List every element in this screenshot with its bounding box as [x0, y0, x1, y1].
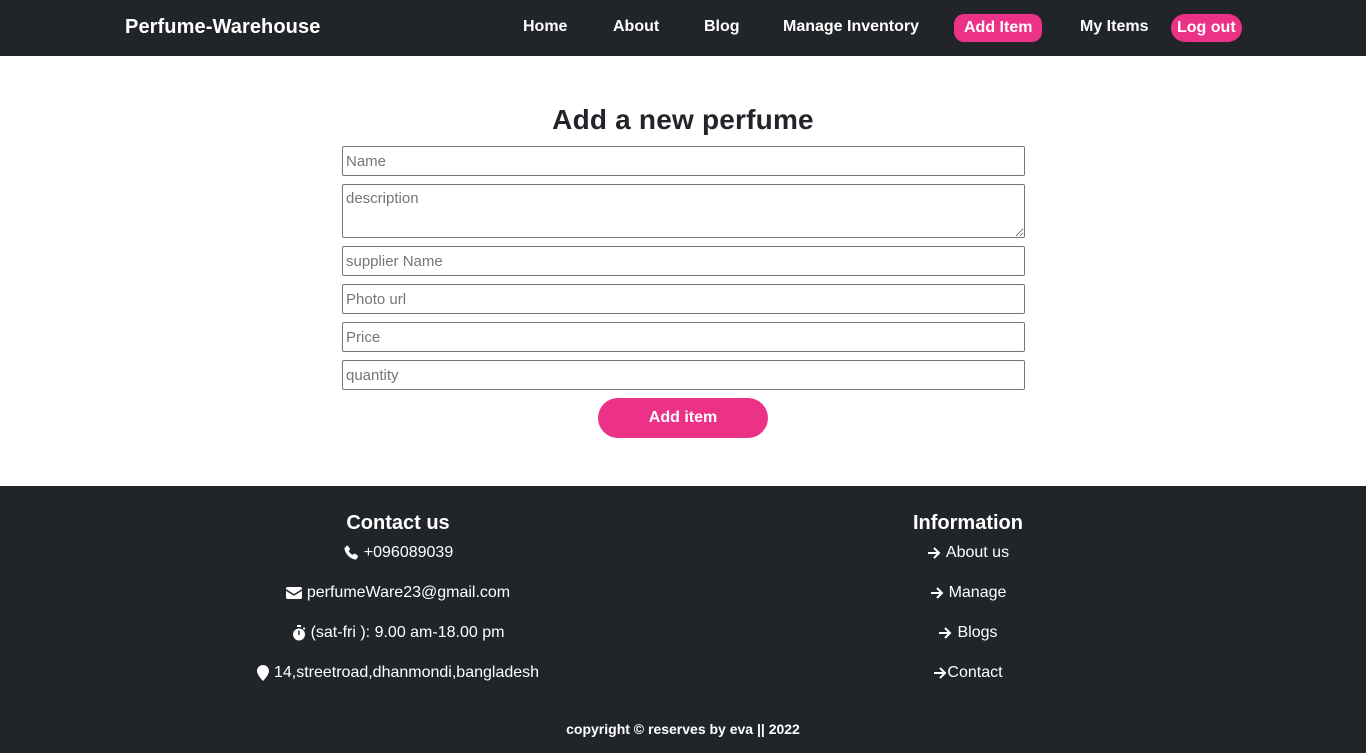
arrow-right-icon: [927, 546, 941, 560]
footer-link-label: Manage: [948, 584, 1007, 601]
quantity-input[interactable]: [342, 360, 1025, 390]
contact-address: 14,streetroad,dhanmondi,bangladesh: [200, 664, 596, 682]
contact-email: perfumeWare23@gmail.com: [200, 584, 596, 602]
address-text: 14,streetroad,dhanmondi,bangladesh: [273, 664, 540, 681]
footer-link-label: Blogs: [957, 624, 998, 641]
stopwatch-icon: [292, 625, 306, 641]
hours-text: (sat-fri ): 9.00 am-18.00 pm: [310, 624, 505, 641]
add-item-submit-button[interactable]: Add item: [598, 398, 768, 438]
contact-hours: (sat-fri ): 9.00 am-18.00 pm: [200, 624, 596, 642]
envelope-icon: [285, 586, 302, 600]
information-heading: Information: [913, 512, 1023, 534]
footer-link-about-us[interactable]: About us: [768, 544, 1168, 562]
contact-phone: +096089039: [200, 544, 596, 562]
nav-my-items[interactable]: My Items: [1080, 18, 1148, 36]
arrow-right-icon: [933, 666, 947, 680]
page-title: Add a new perfume: [552, 104, 814, 135]
nav-home[interactable]: Home: [523, 18, 567, 36]
email-text: perfumeWare23@gmail.com: [306, 584, 511, 601]
nav-add-item[interactable]: Add Item: [954, 14, 1043, 42]
footer-link-manage[interactable]: Manage: [768, 584, 1168, 602]
footer-link-label: About us: [945, 544, 1010, 561]
nav-manage-inventory[interactable]: Manage Inventory: [783, 18, 919, 36]
phone-icon: [343, 545, 359, 561]
description-textarea[interactable]: [342, 184, 1025, 238]
photo-url-input[interactable]: [342, 284, 1025, 314]
map-marker-icon: [256, 665, 269, 681]
phone-text: +096089039: [363, 544, 454, 561]
price-input[interactable]: [342, 322, 1025, 352]
nav-blog[interactable]: Blog: [704, 18, 740, 36]
contact-heading: Contact us: [346, 512, 450, 534]
supplier-name-input[interactable]: [342, 246, 1025, 276]
copyright-text: copyright © reserves by eva || 2022: [566, 721, 800, 737]
arrow-right-icon: [930, 586, 944, 600]
name-input[interactable]: [342, 146, 1025, 176]
footer-link-contact[interactable]: Contact: [768, 664, 1168, 682]
footer-link-blogs[interactable]: Blogs: [768, 624, 1168, 642]
footer-link-label: Contact: [947, 664, 1003, 681]
nav-about[interactable]: About: [613, 18, 659, 36]
footer: Contact us +096089039 perfumeWare23@gmai…: [0, 486, 1366, 753]
arrow-right-icon: [938, 626, 952, 640]
brand-logo[interactable]: Perfume-Warehouse: [125, 16, 320, 39]
navbar: Perfume-Warehouse Home About Blog Manage…: [0, 0, 1366, 56]
logout-button[interactable]: Log out: [1171, 14, 1242, 42]
